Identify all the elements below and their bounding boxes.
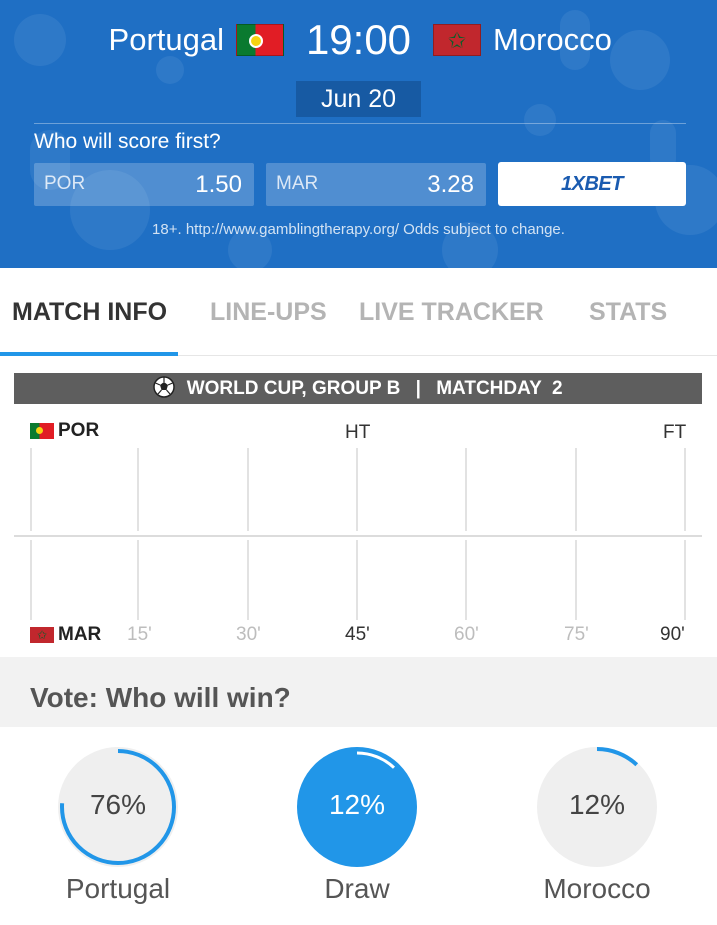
tick-line xyxy=(356,540,358,620)
tick-line xyxy=(465,448,467,531)
active-tab-indicator xyxy=(0,352,178,356)
tick-line xyxy=(684,448,686,531)
match-timeline: POR HT FT ✩ MAR 15' 30' 45' 60' 75' 90' xyxy=(0,404,717,657)
vote-percent: 12% xyxy=(568,789,626,820)
minute-tick-label: 45' xyxy=(345,624,370,645)
vote-title: Vote: Who will win? xyxy=(30,682,291,713)
morocco-flag-icon: ✩ xyxy=(433,24,481,56)
vote-option-name: Draw xyxy=(324,873,390,904)
vote-percent: 76% xyxy=(89,789,147,820)
tick-line xyxy=(575,540,577,620)
competition-name: WORLD CUP, GROUP B xyxy=(186,378,401,399)
vote-option-name: Portugal xyxy=(65,873,171,904)
tick-line xyxy=(247,540,249,620)
tab-line-ups[interactable]: LINE-UPS xyxy=(210,298,327,327)
tick-line xyxy=(465,540,467,620)
timeline-divider xyxy=(14,535,702,537)
odds-away-code: MAR xyxy=(276,173,319,194)
tick-line xyxy=(137,540,139,620)
tick-line xyxy=(356,448,358,531)
morocco-flag-icon: ✩ xyxy=(30,627,54,643)
matchday-label: MATCHDAY 2 xyxy=(436,378,563,399)
half-time-label: HT xyxy=(345,422,371,443)
minute-tick-label: 75' xyxy=(564,624,589,645)
timeline-away-team: ✩ MAR xyxy=(30,624,101,646)
vote-option-morocco[interactable]: 12% Morocco xyxy=(477,747,717,905)
header-divider xyxy=(34,123,686,124)
vote-section-header: Vote: Who will win? xyxy=(0,657,717,727)
timeline-home-code: POR xyxy=(58,420,100,441)
tick-line xyxy=(247,448,249,531)
minute-tick-label: 30' xyxy=(236,624,261,645)
portugal-flag-icon xyxy=(30,423,54,439)
tab-stats[interactable]: STATS xyxy=(589,298,667,327)
minute-tick-label: 90' xyxy=(660,624,685,645)
full-time-label: FT xyxy=(663,422,687,443)
odds-home-button[interactable]: POR 1.50 xyxy=(34,163,254,206)
bookmaker-button[interactable]: 1XBET xyxy=(498,162,686,206)
vote-percent: 12% xyxy=(328,789,386,820)
match-date: Jun 20 xyxy=(296,81,421,117)
vote-option-name: Morocco xyxy=(543,873,651,904)
timeline-away-code: MAR xyxy=(58,624,102,645)
soccer-ball-icon xyxy=(153,376,176,398)
odds-away-value: 3.28 xyxy=(427,171,474,198)
tab-match-info[interactable]: MATCH INFO xyxy=(12,298,167,327)
vote-options: 76% Portugal 12% Draw 12% Morocco xyxy=(0,727,717,925)
away-team[interactable]: ✩ Morocco xyxy=(433,22,612,58)
minute-tick-label: 60' xyxy=(454,624,479,645)
tick-line xyxy=(575,448,577,531)
minute-tick-label: 15' xyxy=(127,624,152,645)
tab-bar: MATCH INFO LINE-UPS LIVE TRACKER STATS xyxy=(0,268,717,356)
tick-line xyxy=(30,448,32,531)
vote-option-portugal[interactable]: 76% Portugal xyxy=(0,747,238,905)
odds-home-code: POR xyxy=(44,173,86,194)
bar-separator: | xyxy=(415,378,421,399)
match-header: Portugal 19:00 ✩ Morocco Jun 20 Who will… xyxy=(0,0,717,268)
away-team-name: Morocco xyxy=(493,22,612,57)
tick-line xyxy=(684,540,686,620)
competition-bar: WORLD CUP, GROUP B | MATCHDAY 2 xyxy=(14,373,702,404)
odds-away-button[interactable]: MAR 3.28 xyxy=(266,163,486,206)
vote-option-draw[interactable]: 12% Draw xyxy=(237,747,477,905)
tab-live-tracker[interactable]: LIVE TRACKER xyxy=(359,298,544,327)
first-scorer-question: Who will score first? xyxy=(34,130,221,153)
tick-line xyxy=(30,540,32,620)
timeline-home-team: POR xyxy=(30,420,99,442)
odds-home-value: 1.50 xyxy=(195,171,242,198)
odds-disclaimer: 18+. http://www.gamblingtherapy.org/ Odd… xyxy=(152,221,565,238)
tick-line xyxy=(137,448,139,531)
